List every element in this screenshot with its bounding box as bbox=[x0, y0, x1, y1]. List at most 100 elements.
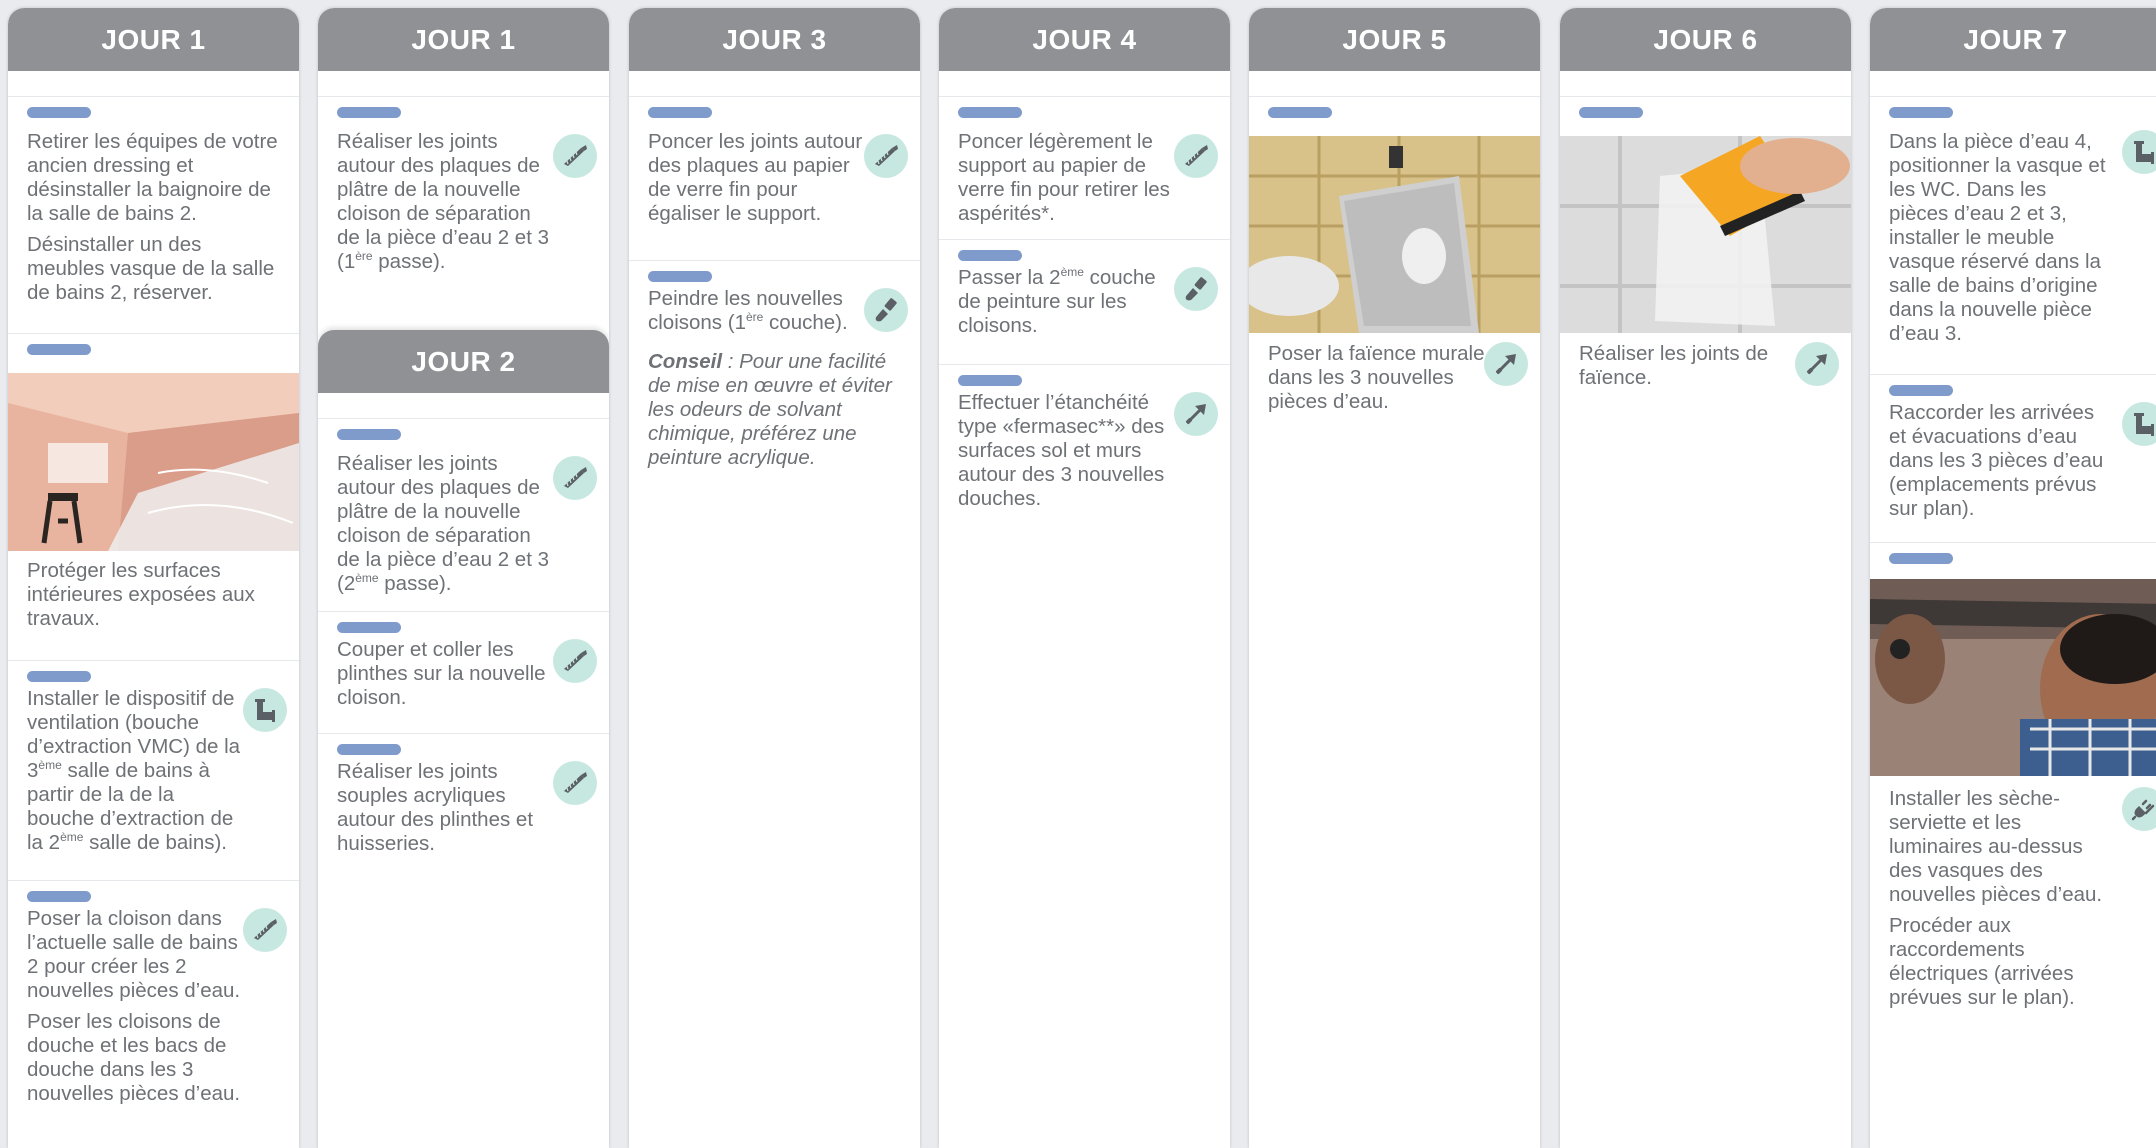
task-card: Protéger les surfaces intérieures exposé… bbox=[8, 333, 299, 664]
task-card: Réaliser les joints souples acryliques a… bbox=[318, 733, 609, 874]
task-card: Poser la cloison dans l’actuelle salle d… bbox=[8, 880, 299, 1141]
task-accent-bar bbox=[958, 250, 1022, 261]
task-paragraph: Poser la faïence murale dans les 3 nouve… bbox=[1268, 342, 1485, 413]
task-card: Retirer les équipes de votre ancien dres… bbox=[8, 96, 299, 337]
paint-brush-icon bbox=[1174, 267, 1218, 311]
tiling-wall-photo bbox=[1249, 136, 1540, 333]
day-column-2: JOUR 1 Réaliser les joints autour des pl… bbox=[318, 8, 609, 1148]
task-text: Réaliser les joints souples acryliques a… bbox=[337, 760, 555, 863]
task-text: Poncer légèrement le support au papier d… bbox=[958, 130, 1176, 233]
task-text: Poncer les joints autour des plaques au … bbox=[648, 130, 866, 233]
task-card: Couper et coller les plinthes sur la nou… bbox=[318, 611, 609, 737]
task-accent-bar bbox=[1268, 107, 1332, 118]
task-paragraph: Conseil : Pour une facilité de mise en œ… bbox=[648, 350, 892, 469]
task-accent-bar bbox=[1889, 553, 1953, 564]
saw-icon bbox=[243, 908, 287, 952]
task-text: Installer le dispositif de ventilation (… bbox=[27, 687, 245, 862]
task-paragraph: Effectuer l’étanchéité type «fermasec**»… bbox=[958, 391, 1165, 510]
task-paragraph: Installer les sèche-serviette et les lum… bbox=[1889, 787, 2103, 906]
grout-joints-photo bbox=[1560, 136, 1851, 333]
day-2-section: JOUR 2 Réaliser les joints autour des pl… bbox=[318, 330, 609, 1148]
task-card: Dans la pièce d’eau 4, positionner la va… bbox=[1870, 96, 2156, 377]
protected-room-photo bbox=[8, 373, 299, 551]
task-paragraph: Passer la 2ème couche de peinture sur le… bbox=[958, 265, 1156, 337]
task-paragraph: Réaliser les joints souples acryliques a… bbox=[337, 760, 534, 855]
task-paragraph: Désinstaller un des meubles vasque de la… bbox=[27, 233, 275, 304]
task-card: Réaliser les joints autour des plaques d… bbox=[318, 418, 609, 614]
task-accent-bar bbox=[27, 671, 91, 682]
paint-brush-icon bbox=[864, 288, 908, 332]
task-paragraph: Raccorder les arrivées et évacuations d’… bbox=[1889, 401, 2104, 520]
tip-text: Conseil : Pour une facilité de mise en œ… bbox=[648, 350, 902, 477]
task-text: Couper et coller les plinthes sur la nou… bbox=[337, 638, 555, 717]
saw-icon bbox=[1174, 134, 1218, 178]
day-header: JOUR 5 bbox=[1249, 8, 1540, 71]
task-text: Poser la faïence murale dans les 3 nouve… bbox=[1268, 342, 1486, 421]
day-column-6: JOUR 6 Réaliser les joints de faïence. bbox=[1560, 8, 1851, 1148]
task-paragraph: Retirer les équipes de votre ancien dres… bbox=[27, 130, 278, 225]
task-paragraph: Procéder aux raccordements électriques (… bbox=[1889, 914, 2075, 1009]
day-column-5: JOUR 5 Poser la faïence murale dans les … bbox=[1249, 8, 1540, 1148]
task-accent-bar bbox=[648, 107, 712, 118]
task-paragraph: Couper et coller les plinthes sur la nou… bbox=[337, 638, 546, 709]
task-accent-bar bbox=[648, 271, 712, 282]
task-card: Réaliser les joints autour des plaques d… bbox=[318, 96, 609, 337]
task-text: Poser la cloison dans l’actuelle salle d… bbox=[27, 907, 245, 1113]
task-paragraph: Peindre les nouvelles cloisons (1ère cou… bbox=[648, 287, 848, 334]
task-accent-bar bbox=[1889, 385, 1953, 396]
electric-plug-icon bbox=[2122, 787, 2156, 831]
day-header: JOUR 6 bbox=[1560, 8, 1851, 71]
plumbing-pipe-icon bbox=[243, 688, 287, 732]
task-text: Dans la pièce d’eau 4, positionner la va… bbox=[1889, 130, 2108, 353]
day-header: JOUR 1 bbox=[8, 8, 299, 71]
day-header: JOUR 2 bbox=[318, 330, 609, 393]
task-card: Effectuer l’étanchéité type «fermasec**»… bbox=[939, 364, 1230, 545]
task-card: Poncer les joints autour des plaques au … bbox=[629, 96, 920, 262]
task-text: Effectuer l’étanchéité type «fermasec**»… bbox=[958, 391, 1176, 518]
plumbing-pipe-icon bbox=[2122, 130, 2156, 174]
task-accent-bar bbox=[337, 429, 401, 440]
task-accent-bar bbox=[1889, 107, 1953, 118]
day-column-4: JOUR 4 Poncer légèrement le support au p… bbox=[939, 8, 1230, 1148]
task-paragraph: Poser les cloisons de douche et les bacs… bbox=[27, 1010, 241, 1105]
task-paragraph: Dans la pièce d’eau 4, positionner la va… bbox=[1889, 130, 2106, 345]
task-card: Poser la faïence murale dans les 3 nouve… bbox=[1249, 96, 1540, 427]
day-column-7: JOUR 7 Dans la pièce d’eau 4, positionne… bbox=[1870, 8, 2156, 1148]
day-column-3: JOUR 3 Poncer les joints autour des plaq… bbox=[629, 8, 920, 1148]
task-accent-bar bbox=[958, 107, 1022, 118]
task-accent-bar bbox=[1579, 107, 1643, 118]
task-accent-bar bbox=[27, 344, 91, 355]
trowel-icon bbox=[1795, 342, 1839, 386]
task-paragraph: Réaliser les joints de faïence. bbox=[1579, 342, 1769, 389]
day-header: JOUR 4 bbox=[939, 8, 1230, 71]
task-paragraph: Réaliser les joints autour des plaques d… bbox=[337, 130, 549, 273]
task-accent-bar bbox=[958, 375, 1022, 386]
task-card: Passer la 2ème couche de peinture sur le… bbox=[939, 239, 1230, 370]
trowel-icon bbox=[1484, 342, 1528, 386]
task-paragraph: Poser la cloison dans l’actuelle salle d… bbox=[27, 907, 241, 1002]
saw-icon bbox=[553, 761, 597, 805]
task-paragraph: Poncer les joints autour des plaques au … bbox=[648, 130, 863, 225]
trowel-icon bbox=[1174, 392, 1218, 436]
task-text: Installer les sèche-serviette et les lum… bbox=[1889, 787, 2108, 1017]
task-card: Poncer légèrement le support au papier d… bbox=[939, 96, 1230, 242]
task-accent-bar bbox=[27, 107, 91, 118]
task-card: Installer le dispositif de ventilation (… bbox=[8, 660, 299, 883]
task-paragraph: Réaliser les joints autour des plaques d… bbox=[337, 452, 549, 595]
task-text: Raccorder les arrivées et évacuations d’… bbox=[1889, 401, 2108, 528]
saw-icon bbox=[553, 134, 597, 178]
task-text: Peindre les nouvelles cloisons (1ère cou… bbox=[648, 287, 866, 342]
day-header: JOUR 7 bbox=[1870, 8, 2156, 71]
task-accent-bar bbox=[27, 891, 91, 902]
electrician-photo bbox=[1870, 579, 2156, 776]
saw-icon bbox=[864, 134, 908, 178]
task-paragraph: Installer le dispositif de ventilation (… bbox=[27, 687, 241, 854]
task-paragraph: Poncer légèrement le support au papier d… bbox=[958, 130, 1170, 225]
task-text: Protéger les surfaces intérieures exposé… bbox=[27, 559, 281, 638]
task-accent-bar bbox=[337, 744, 401, 755]
task-accent-bar bbox=[337, 107, 401, 118]
day-header: JOUR 3 bbox=[629, 8, 920, 71]
saw-icon bbox=[553, 456, 597, 500]
task-text: Réaliser les joints autour des plaques d… bbox=[337, 452, 555, 603]
task-card: Installer les sèche-serviette et les lum… bbox=[1870, 542, 2156, 1143]
